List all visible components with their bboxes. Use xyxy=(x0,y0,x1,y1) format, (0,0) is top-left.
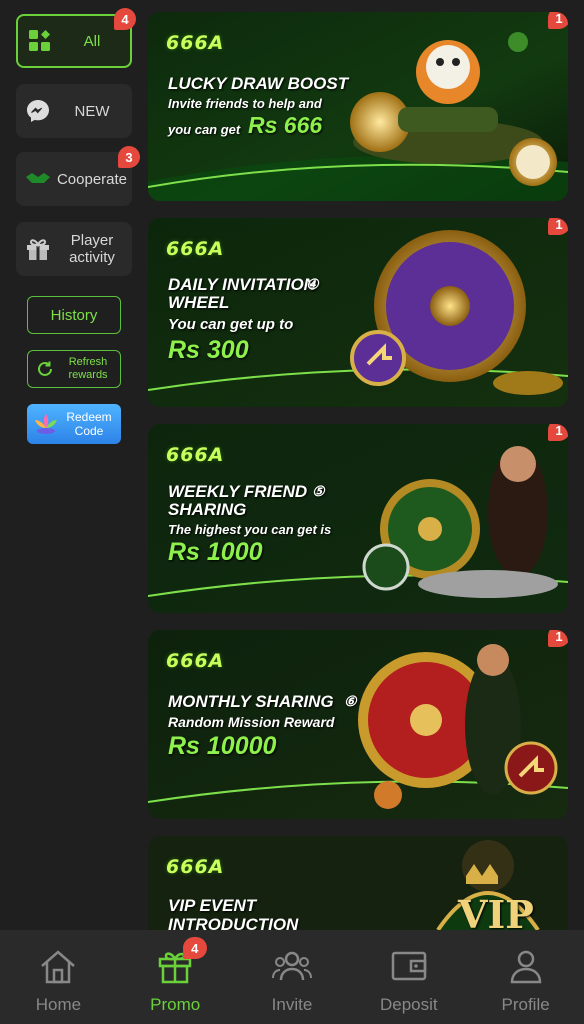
nav-deposit[interactable]: Deposit xyxy=(350,930,467,1024)
redeem-code-button[interactable]: Redeem Code xyxy=(27,404,121,444)
nav-profile[interactable]: Profile xyxy=(467,930,584,1024)
banner-amount: Rs 10000 xyxy=(168,732,277,760)
refresh-label: Refresh rewards xyxy=(68,356,108,381)
category-cooperate[interactable]: Cooperate 3 xyxy=(16,146,140,206)
banner-amount: Rs 666 xyxy=(248,112,323,138)
category-label: Player activity xyxy=(69,232,115,266)
redeem-label: Redeem Code xyxy=(66,410,112,438)
refresh-icon xyxy=(36,360,54,383)
banner-subtitle: you can get xyxy=(168,122,241,137)
banner-number: ⑤ xyxy=(312,483,325,499)
brand-logo: 666A xyxy=(166,238,225,260)
nav-label: Profile xyxy=(501,995,550,1014)
brand-logo: 666A xyxy=(166,856,225,878)
count-badge: 4 xyxy=(114,8,136,30)
category-label: Cooperate xyxy=(56,170,128,188)
banner-title-line2: INTRODUCTION xyxy=(168,915,299,930)
brand-logo: 666A xyxy=(166,32,225,54)
banner-amount: Rs 1000 xyxy=(168,538,263,566)
banner-title: DAILY INVITATION xyxy=(168,275,316,294)
bottom-nav: Home Promo 4 Invite Deposit Profile xyxy=(0,930,584,1024)
nav-label: Promo xyxy=(150,995,201,1014)
banner-title: LUCKY DRAW BOOST xyxy=(168,74,349,93)
refresh-rewards-button[interactable]: Refresh rewards xyxy=(27,350,121,388)
messenger-icon xyxy=(24,97,52,125)
grid-icon xyxy=(26,27,54,55)
wallet-icon xyxy=(389,948,429,989)
banner-title-line2: SHARING xyxy=(168,500,247,519)
banner-daily-invitation-wheel[interactable]: 666A DAILY INVITATION ④ WHEEL You can ge… xyxy=(148,218,568,407)
banner-monthly-sharing[interactable]: 666A MONTHLY SHARING ⑥ Random Mission Re… xyxy=(148,630,568,819)
count-badge: 4 xyxy=(182,937,207,959)
category-player-activity[interactable]: Player activity xyxy=(16,222,132,276)
banner-subtitle: The highest you can get is xyxy=(168,522,332,537)
banner-subtitle: Random Mission Reward xyxy=(168,714,335,730)
promo-screen: All 4 NEW Cooperate 3 Player activity Hi… xyxy=(0,0,584,1024)
banner-title-line2: WHEEL xyxy=(168,293,230,312)
banner-lucky-draw-boost[interactable]: 666A LUCKY DRAW BOOST Invite friends to … xyxy=(148,12,568,201)
banner-subtitle: Invite friends to help and xyxy=(168,96,322,111)
banner-title: VIP EVENT xyxy=(168,896,257,915)
banner-title: MONTHLY SHARING xyxy=(168,692,334,711)
brand-logo: 666A xyxy=(166,444,225,466)
banner-number: ⑥ xyxy=(344,693,357,709)
history-button[interactable]: History xyxy=(27,296,121,334)
people-icon xyxy=(271,948,312,989)
user-icon xyxy=(506,948,546,989)
banner-title: WEEKLY FRIEND xyxy=(168,482,308,501)
vip-logo-text: VIP xyxy=(458,892,534,930)
nav-home[interactable]: Home xyxy=(0,930,117,1024)
banner-badge: 1 xyxy=(548,630,568,647)
lotus-icon xyxy=(32,412,60,441)
banner-vip-event[interactable]: 666A VIP EVENT INTRODUCTION VIP xyxy=(148,836,568,930)
category-label: NEW xyxy=(74,102,110,120)
banner-badge: 1 xyxy=(548,12,568,29)
banner-subtitle: You can get up to xyxy=(168,316,294,333)
banner-badge: 1 xyxy=(548,424,568,441)
nav-label: Home xyxy=(35,995,82,1014)
nav-label: Invite xyxy=(271,995,313,1014)
banner-number: ④ xyxy=(306,276,319,292)
nav-label: Deposit xyxy=(379,995,438,1014)
banner-badge: 1 xyxy=(548,218,568,235)
home-icon xyxy=(38,948,78,989)
category-new[interactable]: NEW xyxy=(16,84,132,138)
count-badge: 3 xyxy=(118,146,140,168)
category-label: All xyxy=(83,32,101,50)
handshake-icon xyxy=(24,165,52,193)
brand-logo: 666A xyxy=(166,650,225,672)
nav-invite[interactable]: Invite xyxy=(234,930,351,1024)
category-all[interactable]: All 4 xyxy=(16,8,136,68)
category-sidebar: All 4 NEW Cooperate 3 Player activity Hi… xyxy=(0,0,145,930)
history-label: History xyxy=(50,306,98,324)
banner-weekly-friend-sharing[interactable]: 666A WEEKLY FRIEND ⑤ SHARING The highest… xyxy=(148,424,568,613)
nav-promo[interactable]: Promo 4 xyxy=(117,930,234,1024)
banner-amount: Rs 300 xyxy=(168,336,249,364)
gift-icon xyxy=(24,235,52,263)
